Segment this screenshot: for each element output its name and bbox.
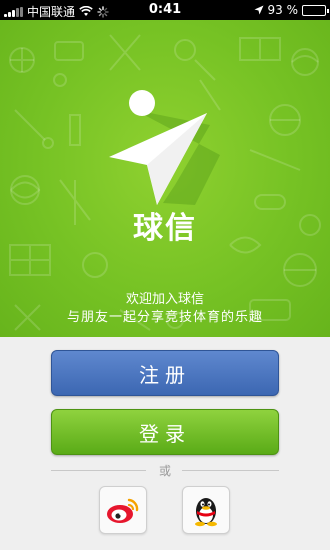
weibo-login-button[interactable] [99, 486, 147, 534]
status-bar: 中国联通 0:41 93 % [0, 0, 330, 20]
battery-percent: 93 % [267, 3, 299, 17]
location-arrow-icon [254, 5, 263, 15]
or-label: 或 [158, 464, 171, 478]
battery-icon [302, 4, 329, 16]
qq-icon [195, 498, 217, 527]
qq-login-button[interactable] [182, 486, 230, 534]
welcome-text: 欢迎加入球信 [125, 292, 204, 307]
welcome-hero: 球信 欢迎加入球信 与朋友一起分享竞技体育的乐趣 [0, 20, 330, 337]
app-name: 球信 [133, 211, 197, 246]
tagline-text: 与朋友一起分享竞技体育的乐趣 [66, 310, 263, 325]
divider-right [182, 470, 279, 471]
register-button[interactable]: 注册 [51, 350, 279, 396]
app-logo [109, 90, 220, 205]
weibo-icon [107, 498, 139, 523]
divider-left [51, 470, 146, 471]
login-button[interactable]: 登录 [51, 409, 279, 455]
